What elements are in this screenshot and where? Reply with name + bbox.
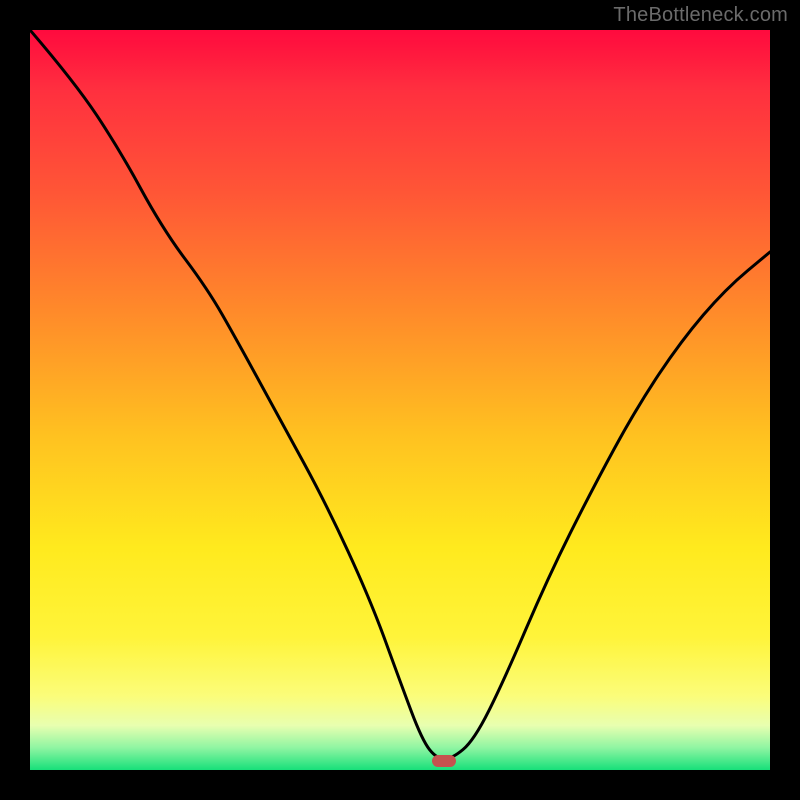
bottleneck-curve	[30, 30, 770, 770]
optimal-marker	[432, 755, 456, 767]
chart-frame: TheBottleneck.com	[0, 0, 800, 800]
watermark-text: TheBottleneck.com	[613, 4, 788, 27]
plot-area	[30, 30, 770, 770]
